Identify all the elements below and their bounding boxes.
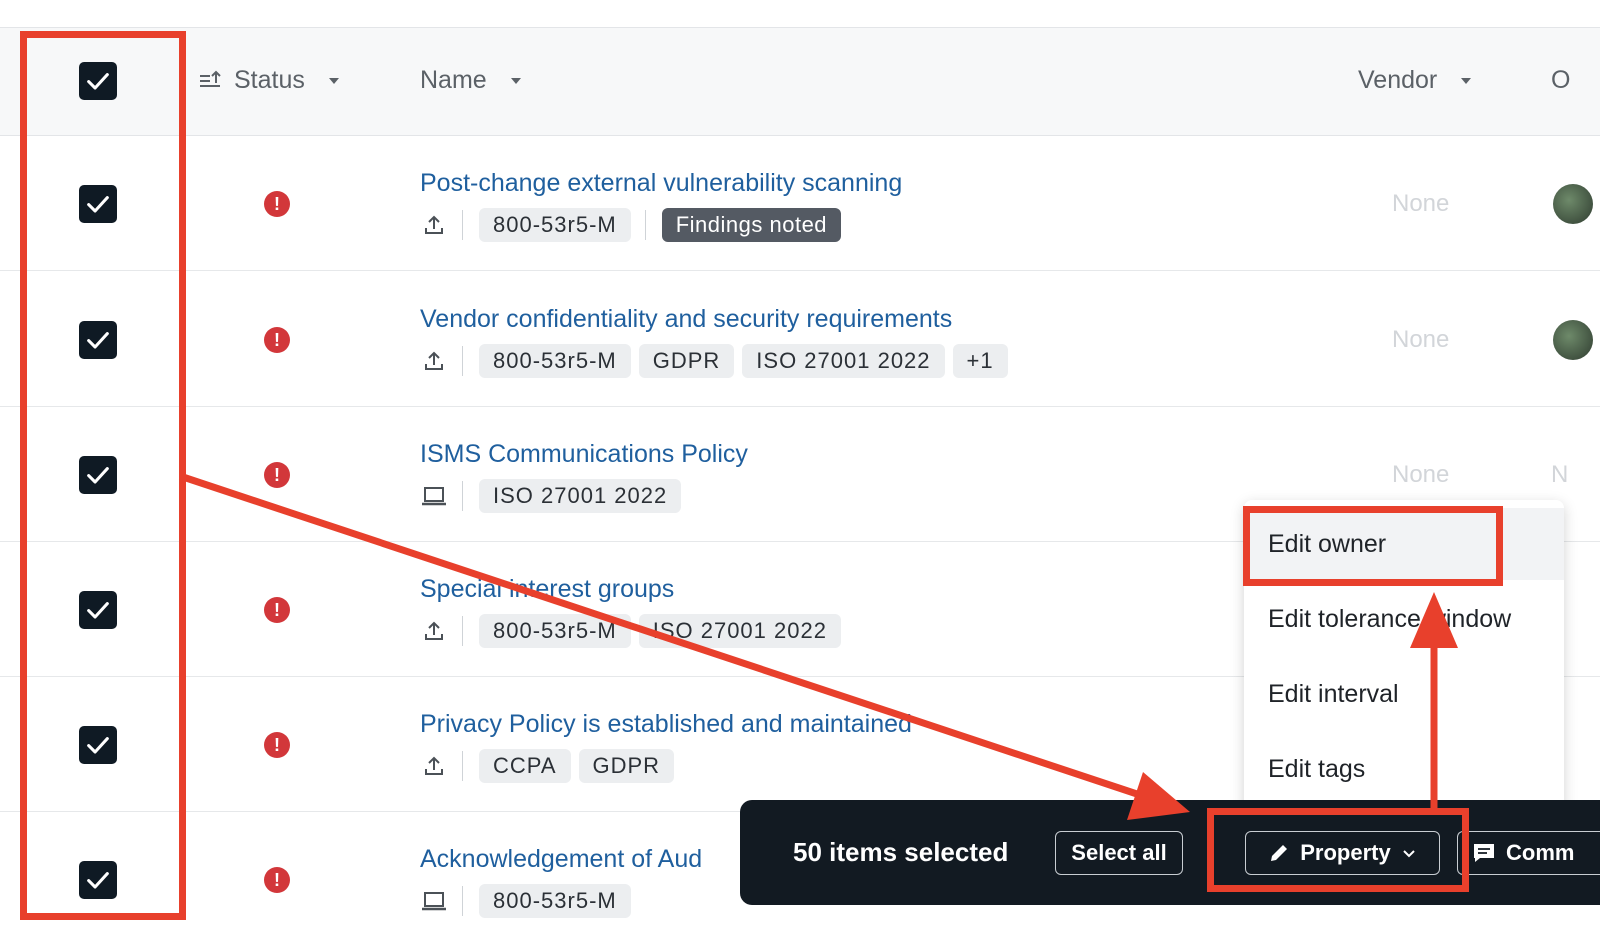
row-title-link[interactable]: Special interest groups: [420, 575, 674, 604]
error-status-icon: !: [264, 867, 290, 893]
table-row[interactable]: ! Post-change external vulnerability sca…: [0, 136, 1600, 271]
row-meta: 800-53r5-M ISO 27001 2022: [420, 614, 841, 648]
chevron-down-icon: [510, 77, 521, 84]
comment-icon: [1474, 844, 1494, 862]
name-header-label: Name: [420, 66, 487, 94]
error-status-icon: !: [264, 327, 290, 353]
edit-owner-highlight: [1243, 506, 1503, 586]
divider: [462, 886, 463, 916]
framework-tag: CCPA: [479, 749, 571, 783]
owner-value: N: [1551, 461, 1569, 488]
menu-item-edit-tolerance-window[interactable]: Edit tolerance window: [1268, 605, 1511, 634]
chevron-down-icon: [1461, 77, 1472, 84]
row-meta: ISO 27001 2022: [420, 479, 682, 513]
comment-label: Comm: [1506, 840, 1575, 865]
select-all-button[interactable]: Select all: [1055, 831, 1183, 875]
checkbox-column-highlight: [20, 31, 186, 920]
row-meta: CCPA GDPR: [420, 749, 675, 783]
divider: [462, 210, 463, 240]
table-row[interactable]: ! Vendor confidentiality and security re…: [0, 272, 1600, 407]
divider: [462, 481, 463, 511]
select-all-label: Select all: [1071, 840, 1167, 865]
status-header-label: Status: [234, 66, 305, 94]
divider: [462, 346, 463, 376]
row-title-link[interactable]: Acknowledgement of Aud: [420, 845, 702, 874]
error-status-icon: !: [264, 462, 290, 488]
divider: [462, 616, 463, 646]
upload-icon: [420, 752, 448, 780]
vendor-header-label: Vendor: [1358, 66, 1438, 94]
upload-icon: [420, 617, 448, 645]
column-header-vendor[interactable]: Vendor: [1358, 66, 1472, 95]
row-title-link[interactable]: ISMS Communications Policy: [420, 440, 748, 469]
error-status-icon: !: [264, 191, 290, 217]
row-title-link[interactable]: Privacy Policy is established and mainta…: [420, 710, 912, 739]
findings-badge: Findings noted: [661, 208, 842, 242]
framework-tag: ISO 27001 2022: [638, 614, 841, 648]
menu-item-edit-interval[interactable]: Edit interval: [1268, 680, 1399, 709]
sort-ascending-icon: [200, 70, 221, 87]
upload-icon: [420, 347, 448, 375]
vendor-value: None: [1392, 190, 1450, 217]
chevron-down-icon: [328, 77, 339, 84]
avatar[interactable]: [1553, 184, 1593, 224]
vendor-value: None: [1392, 326, 1450, 353]
laptop-icon: [420, 887, 448, 915]
comment-button[interactable]: Comm: [1457, 831, 1600, 875]
row-meta: 800-53r5-M: [420, 884, 631, 918]
vendor-value: None: [1392, 461, 1450, 488]
framework-tag: GDPR: [578, 749, 675, 783]
menu-item-edit-tags[interactable]: Edit tags: [1268, 755, 1365, 784]
column-header-owner[interactable]: O: [1551, 66, 1570, 95]
column-header-name[interactable]: Name: [420, 66, 521, 95]
row-meta: 800-53r5-M GDPR ISO 27001 2022 +1: [420, 344, 1008, 378]
framework-tag: 800-53r5-M: [479, 208, 631, 242]
row-title-link[interactable]: Vendor confidentiality and security requ…: [420, 305, 952, 334]
table-header: Status Name Vendor O: [0, 28, 1600, 136]
avatar[interactable]: [1553, 320, 1593, 360]
column-header-status[interactable]: Status: [198, 66, 339, 95]
framework-tag: GDPR: [638, 344, 735, 378]
row-meta: 800-53r5-M Findings noted: [420, 208, 842, 242]
property-button-highlight: [1207, 808, 1469, 892]
more-tags-badge[interactable]: +1: [952, 344, 1008, 378]
upload-icon: [420, 211, 448, 239]
framework-tag: ISO 27001 2022: [742, 344, 945, 378]
bulk-action-bar: 50 items selected Select all Property Co…: [740, 800, 1600, 905]
laptop-icon: [420, 482, 448, 510]
divider: [644, 210, 646, 240]
framework-tag: 800-53r5-M: [479, 884, 631, 918]
owner-header-label: O: [1551, 66, 1571, 94]
row-title-link[interactable]: Post-change external vulnerability scann…: [420, 169, 902, 198]
selected-count: 50 items selected: [793, 837, 1009, 867]
divider: [462, 751, 463, 781]
framework-tag: 800-53r5-M: [479, 614, 631, 648]
error-status-icon: !: [264, 732, 290, 758]
framework-tag: 800-53r5-M: [479, 344, 631, 378]
error-status-icon: !: [264, 597, 290, 623]
framework-tag: ISO 27001 2022: [479, 479, 682, 513]
